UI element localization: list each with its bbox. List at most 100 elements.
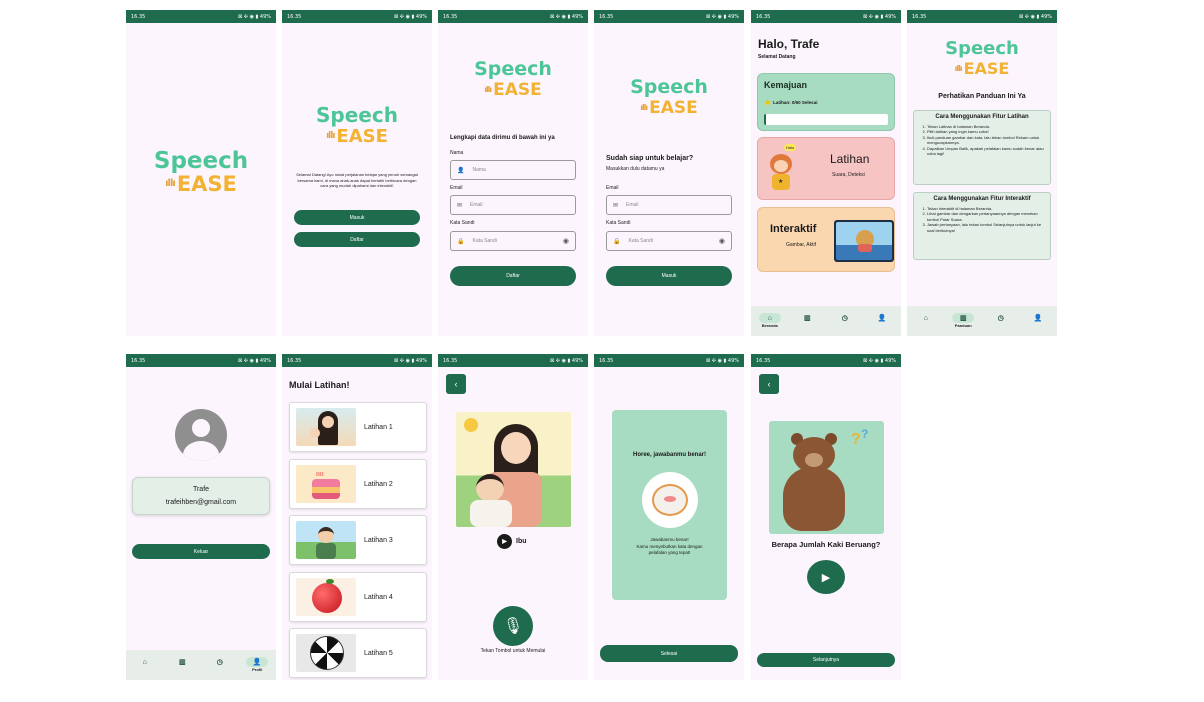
- eye-icon[interactable]: ◉: [563, 237, 569, 245]
- password-field[interactable]: 🔒 Kata Sandi ◉: [606, 231, 732, 251]
- latihan-item[interactable]: Latihan 1: [289, 402, 427, 452]
- login-submit-button[interactable]: Masuk: [606, 266, 732, 286]
- app-logo: Speech ıllı EASE: [474, 60, 552, 99]
- guide-latihan: Cara Menggunakan Fitur Latihan Tekan Lat…: [913, 110, 1051, 185]
- interaktif-title: Interaktif: [770, 223, 817, 235]
- password-label: Kata Sandi: [606, 220, 631, 226]
- book-icon: ▥: [178, 659, 186, 666]
- nav-guide[interactable]: ▥: [167, 657, 197, 667]
- nav-guide-label: Panduan: [954, 323, 972, 328]
- register-submit-button[interactable]: Daftar: [450, 266, 576, 286]
- status-icons: ⊠ ✣ ◉ ▮ 49%: [238, 13, 271, 20]
- screen-guide: 16.35 ⊠ ✣ ◉ ▮ 49% Speech ıllı EASE Perhatik…: [907, 10, 1057, 336]
- nav-profile[interactable]: 👤: [867, 313, 897, 323]
- interaktif-subtitle: Gambar, Aktif: [786, 242, 817, 248]
- quiz-question: Berapa Jumlah Kaki Beruang?: [771, 540, 881, 549]
- logo-line2: EASE: [649, 97, 698, 118]
- avatar-icon: [175, 409, 227, 461]
- clock-icon: ◷: [216, 659, 223, 666]
- chevron-left-icon: ‹: [767, 379, 771, 389]
- screen-latihan-list: 16.35 ⊠ ✣ ◉ ▮ 49% Mulai Latihan! Latihan …: [282, 354, 432, 680]
- status-icons: ⊠ ✣ ◉ ▮ 49%: [863, 357, 896, 364]
- person-icon: 👤: [246, 657, 269, 667]
- status-bar: 16.35 ⊠ ✣ ◉ ▮ 49%: [907, 10, 1057, 23]
- halo-badge: Halo: [784, 144, 797, 151]
- star-icon: ★: [764, 98, 772, 107]
- bottom-nav: ⌂ ▥ Panduan ◷ 👤: [907, 306, 1057, 336]
- nav-history[interactable]: ◷: [205, 657, 235, 667]
- back-button[interactable]: ‹: [446, 374, 466, 394]
- status-time: 16.35: [599, 13, 614, 20]
- next-button[interactable]: Selanjutnya: [757, 653, 895, 667]
- logo-line1: Speech: [316, 103, 398, 127]
- latihan-item-label: Latihan 1: [364, 423, 393, 431]
- microphone-icon: 🎙: [502, 618, 524, 635]
- guide-step: Ikuti panduan gambar dan kata, lalu teka…: [927, 135, 1045, 146]
- nav-profile[interactable]: 👤 Profil: [242, 657, 272, 672]
- ball-thumbnail: [296, 634, 356, 672]
- register-button[interactable]: Daftar: [294, 232, 420, 247]
- latihan-item[interactable]: Latihan 5: [289, 628, 427, 678]
- nav-home[interactable]: ⌂: [911, 313, 941, 323]
- nav-history[interactable]: ◷: [986, 313, 1016, 323]
- login-button[interactable]: Masuk: [294, 210, 420, 225]
- login-subtitle: Masukkan dulu datamu ya: [606, 166, 665, 172]
- name-field[interactable]: 👤 Nama: [450, 160, 576, 180]
- logo-line2: EASE: [493, 79, 542, 100]
- play-icon[interactable]: ▶: [497, 534, 512, 549]
- nav-profile[interactable]: 👤: [1023, 313, 1053, 323]
- boy-thumbnail: [296, 521, 356, 559]
- status-icons: ⊠ ✣ ◉ ▮ 49%: [706, 13, 739, 20]
- status-bar: 16.35 ⊠ ✣ ◉ ▮ 49%: [126, 354, 276, 367]
- progress-bar: [764, 114, 888, 125]
- nav-guide[interactable]: ▥: [792, 313, 822, 323]
- chevron-left-icon: ‹: [454, 379, 458, 389]
- bottom-nav: ⌂ Beranda ▥ ◷ 👤: [751, 306, 901, 336]
- latihan-title: Latihan: [830, 152, 870, 166]
- logo-line2: EASE: [336, 125, 388, 147]
- nav-home[interactable]: ⌂: [130, 657, 160, 667]
- screen-home: 16.35 ⊠ ✣ ◉ ▮ 49% Halo, Trafe Selamat Dat…: [751, 10, 901, 336]
- result-body2: Kamu menyebutkan kata dengan pelafalan y…: [636, 544, 703, 555]
- email-field[interactable]: ✉ Email: [606, 195, 732, 215]
- app-logo: Speech ıllı EASE: [316, 105, 398, 146]
- nav-guide[interactable]: ▥ Panduan: [948, 313, 978, 328]
- mail-icon: ✉: [613, 202, 619, 209]
- bottom-nav: ⌂ ▥ ◷ 👤 Profil: [126, 650, 276, 680]
- status-icons: ⊠ ✣ ◉ ▮ 49%: [394, 13, 427, 20]
- latihan-item[interactable]: ıııı Latihan 2: [289, 459, 427, 509]
- logo-line1: Speech: [945, 38, 1019, 59]
- guide-interaktif: Cara Menggunakan Fitur Interaktif Tekan …: [913, 192, 1051, 260]
- mother-child-illustration: [456, 412, 571, 527]
- practice-word: Ibu: [516, 538, 527, 545]
- app-logo: Speech ıllı EASE: [154, 150, 248, 195]
- play-icon: ▶: [821, 571, 831, 584]
- microphone-button[interactable]: 🎙: [493, 606, 533, 646]
- latihan-item[interactable]: Latihan 3: [289, 515, 427, 565]
- logout-button[interactable]: Keluar: [132, 544, 270, 559]
- status-time: 16.35: [756, 357, 771, 364]
- latihan-item[interactable]: Latihan 4: [289, 572, 427, 622]
- interaktif-card[interactable]: Interaktif Gambar, Aktif: [757, 207, 895, 272]
- email-field[interactable]: ✉ Email: [450, 195, 576, 215]
- home-icon: ⌂: [142, 658, 147, 666]
- back-button[interactable]: ‹: [759, 374, 779, 394]
- play-sound-button[interactable]: ▶: [807, 560, 845, 594]
- progress-card: Kemajuan ★ Latihan: 0/60 Selesai: [757, 73, 895, 131]
- status-icons: ⊠ ✣ ◉ ▮ 49%: [550, 357, 583, 364]
- person-icon: 👤: [457, 167, 465, 174]
- home-icon: ⌂: [923, 314, 928, 322]
- nav-history[interactable]: ◷: [830, 313, 860, 323]
- login-title: Sudah siap untuk belajar?: [606, 155, 694, 162]
- password-field[interactable]: 🔒 Kata Sandi ◉: [450, 231, 576, 251]
- latihan-card[interactable]: ★ Halo Latihan Suara, Deteksi: [757, 137, 895, 200]
- status-icons: ⊠ ✣ ◉ ▮ 49%: [394, 357, 427, 364]
- profile-card: Trafe trafeihben@gmail.com: [132, 477, 270, 515]
- status-icons: ⊠ ✣ ◉ ▮ 49%: [238, 357, 271, 364]
- done-button[interactable]: Selesai: [600, 645, 738, 662]
- nav-home[interactable]: ⌂ Beranda: [755, 313, 785, 328]
- screen-result: 16.35 ⊠ ✣ ◉ ▮ 49% Horee, jawabanmu benar!…: [594, 354, 744, 680]
- profile-email: trafeihben@gmail.com: [165, 499, 237, 506]
- eye-icon[interactable]: ◉: [719, 237, 725, 245]
- book-icon: ▥: [952, 313, 975, 323]
